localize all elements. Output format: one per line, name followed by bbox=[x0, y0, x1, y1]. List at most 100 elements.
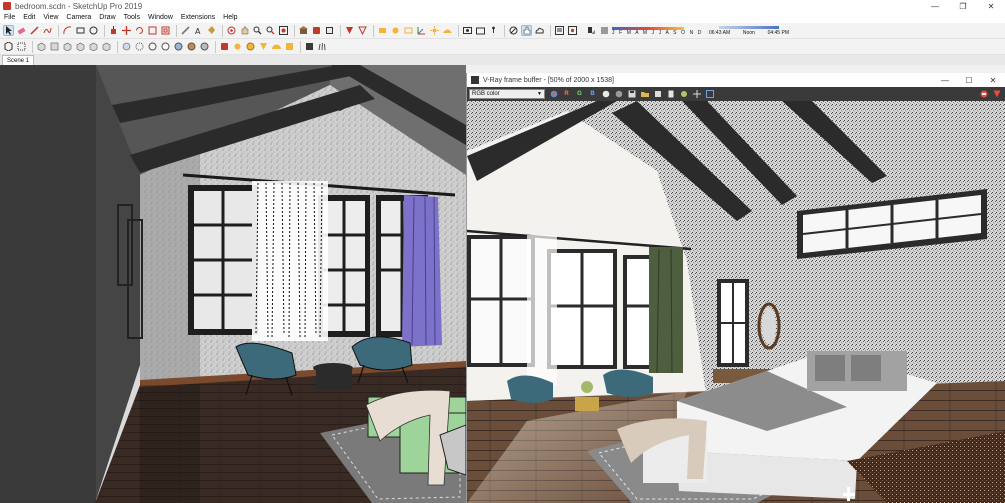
menu-tools[interactable]: Tools bbox=[124, 14, 140, 21]
back-edges-icon[interactable] bbox=[134, 41, 145, 52]
tape-measure-icon[interactable] bbox=[180, 25, 191, 36]
front-view-icon[interactable] bbox=[62, 41, 73, 52]
pan-icon[interactable] bbox=[239, 25, 250, 36]
hidden-line-icon[interactable] bbox=[160, 41, 171, 52]
stop-render-icon[interactable] bbox=[979, 90, 988, 99]
save-image-icon[interactable] bbox=[627, 90, 636, 99]
minimize-button[interactable]: — bbox=[921, 0, 949, 12]
freehand-icon[interactable] bbox=[42, 25, 53, 36]
track-mouse-icon[interactable] bbox=[679, 90, 688, 99]
textured-icon[interactable] bbox=[186, 41, 197, 52]
axes-icon[interactable] bbox=[416, 25, 427, 36]
history-icon[interactable] bbox=[666, 90, 675, 99]
vray-light-icon[interactable] bbox=[232, 41, 243, 52]
time-slider-track[interactable] bbox=[718, 25, 779, 29]
scale-icon[interactable] bbox=[147, 25, 158, 36]
shadow-settings-icon[interactable] bbox=[599, 25, 610, 36]
hand-cursor-icon[interactable] bbox=[521, 25, 532, 36]
text-icon[interactable]: A bbox=[193, 25, 204, 36]
push-pull-icon[interactable] bbox=[108, 25, 119, 36]
vray-dome-light-icon[interactable] bbox=[271, 41, 282, 52]
alpha-white-icon[interactable] bbox=[601, 90, 610, 99]
time-slider[interactable]: 06:43 AM Noon 04:45 PM bbox=[709, 25, 789, 36]
vray-sphere-light-icon[interactable] bbox=[245, 41, 256, 52]
menu-draw[interactable]: Draw bbox=[99, 14, 115, 21]
shaded-icon[interactable] bbox=[173, 41, 184, 52]
shapes-icon[interactable] bbox=[88, 25, 99, 36]
select-arrow-icon[interactable] bbox=[3, 25, 14, 36]
maximize-button[interactable]: ❐ bbox=[949, 0, 977, 12]
vfb-maximize-button[interactable]: ☐ bbox=[957, 76, 981, 85]
camera-icon[interactable] bbox=[475, 25, 486, 36]
layout-icon[interactable] bbox=[324, 25, 335, 36]
extension-warehouse-icon[interactable] bbox=[311, 25, 322, 36]
section-fill-icon[interactable] bbox=[403, 25, 414, 36]
offset-icon[interactable] bbox=[160, 25, 171, 36]
menu-help[interactable]: Help bbox=[223, 14, 237, 21]
cloud-icon[interactable] bbox=[534, 25, 545, 36]
menu-view[interactable]: View bbox=[43, 14, 58, 21]
paint-bucket-icon[interactable] bbox=[206, 25, 217, 36]
vray-interactive-icon[interactable] bbox=[357, 25, 368, 36]
move-icon[interactable] bbox=[121, 25, 132, 36]
menu-camera[interactable]: Camera bbox=[66, 14, 91, 21]
vray-ies-light-icon[interactable] bbox=[258, 41, 269, 52]
rectangle-icon[interactable] bbox=[75, 25, 86, 36]
menu-file[interactable]: File bbox=[4, 14, 15, 21]
menu-window[interactable]: Window bbox=[148, 14, 173, 21]
tab-scene-1[interactable]: Scene 1 bbox=[2, 55, 35, 65]
arc-icon[interactable] bbox=[62, 25, 73, 36]
render-icon[interactable] bbox=[992, 90, 1001, 99]
component-icon[interactable] bbox=[3, 41, 14, 52]
blue-channel-button[interactable]: B bbox=[588, 90, 597, 99]
vray-render-icon[interactable] bbox=[344, 25, 355, 36]
region-render-icon[interactable] bbox=[692, 90, 701, 99]
section-cut-icon[interactable] bbox=[390, 25, 401, 36]
month-slider[interactable]: J F M A M J J A S O N D bbox=[612, 26, 703, 36]
shadow-toggle-icon[interactable] bbox=[586, 25, 597, 36]
sandbox-icon[interactable] bbox=[442, 25, 453, 36]
vfb-minimize-button[interactable]: — bbox=[933, 76, 957, 85]
vray-asset-editor-icon[interactable] bbox=[219, 41, 230, 52]
right-view-icon[interactable] bbox=[75, 41, 86, 52]
vfb-close-button[interactable]: ✕ bbox=[981, 76, 1005, 85]
left-view-icon[interactable] bbox=[101, 41, 112, 52]
wireframe-icon[interactable] bbox=[147, 41, 158, 52]
zoom-window-icon[interactable] bbox=[265, 25, 276, 36]
group-icon[interactable] bbox=[16, 41, 27, 52]
xray-icon[interactable] bbox=[121, 41, 132, 52]
iso-view-icon[interactable] bbox=[36, 41, 47, 52]
clear-image-icon[interactable] bbox=[653, 90, 662, 99]
green-channel-button[interactable]: G bbox=[575, 90, 584, 99]
sun-icon[interactable] bbox=[429, 25, 440, 36]
alpha-gray-icon[interactable] bbox=[614, 90, 623, 99]
line-pencil-icon[interactable] bbox=[29, 25, 40, 36]
menu-edit[interactable]: Edit bbox=[23, 14, 35, 21]
vray-fur-icon[interactable] bbox=[317, 41, 328, 52]
preferences-icon[interactable] bbox=[567, 25, 578, 36]
top-view-icon[interactable] bbox=[49, 41, 60, 52]
monochrome-icon[interactable] bbox=[199, 41, 210, 52]
orbit-icon[interactable] bbox=[226, 25, 237, 36]
open-folder-icon[interactable] bbox=[640, 90, 649, 99]
back-view-icon[interactable] bbox=[88, 41, 99, 52]
red-channel-button[interactable]: R bbox=[562, 90, 571, 99]
photo-match-icon[interactable] bbox=[462, 25, 473, 36]
channel-select[interactable]: RGB color ▼ bbox=[469, 89, 545, 99]
vray-mesh-light-icon[interactable] bbox=[284, 41, 295, 52]
menu-extensions[interactable]: Extensions bbox=[181, 14, 215, 21]
rotate-icon[interactable] bbox=[134, 25, 145, 36]
color-correction-icon[interactable] bbox=[705, 90, 714, 99]
zoom-extents-icon[interactable] bbox=[278, 25, 289, 36]
eraser-icon[interactable] bbox=[16, 25, 27, 36]
vray-proxy-icon[interactable] bbox=[304, 41, 315, 52]
color-channel-icon[interactable] bbox=[549, 90, 558, 99]
section-plane-icon[interactable] bbox=[377, 25, 388, 36]
close-button[interactable]: ✕ bbox=[977, 0, 1005, 12]
walk-icon[interactable] bbox=[488, 25, 499, 36]
model-viewport[interactable] bbox=[0, 65, 466, 503]
model-info-icon[interactable] bbox=[554, 25, 565, 36]
zoom-icon[interactable] bbox=[252, 25, 263, 36]
compass-icon[interactable] bbox=[508, 25, 519, 36]
warehouse-icon[interactable] bbox=[298, 25, 309, 36]
